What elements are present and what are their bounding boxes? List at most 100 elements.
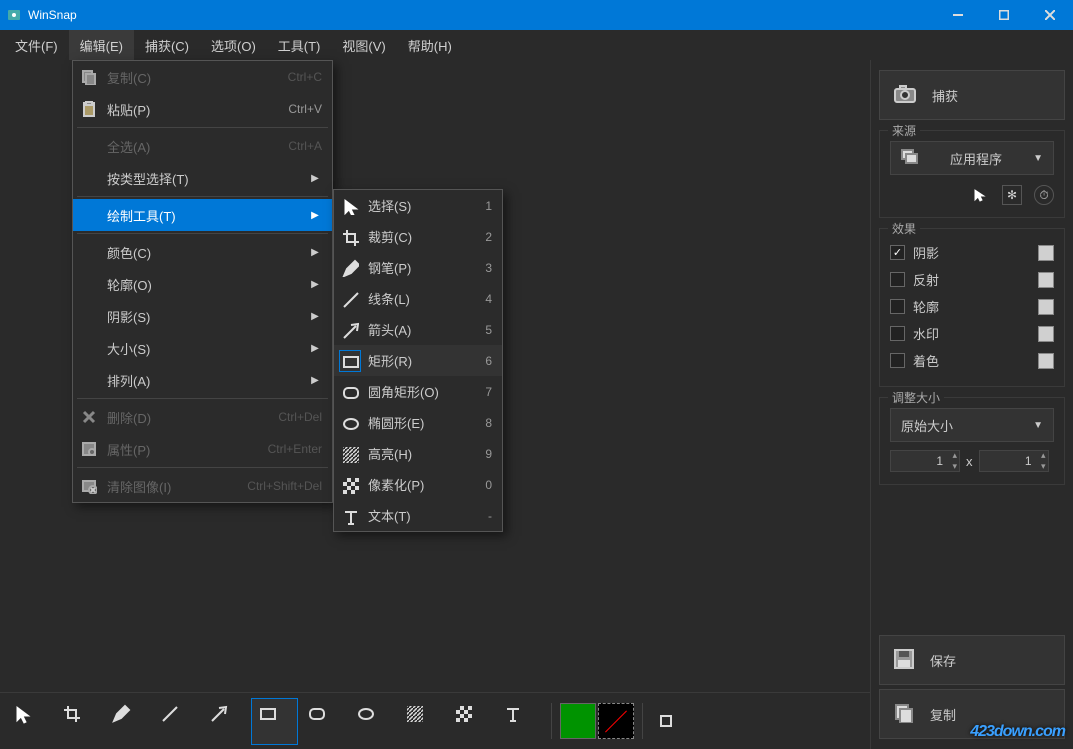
menu-item[interactable]: 大小(S) ▶	[73, 332, 332, 364]
tool-label: 圆角矩形(O)	[368, 382, 485, 401]
effect-轮廓[interactable]: 轮廓	[890, 293, 1054, 320]
blank-icon	[79, 136, 99, 156]
source-group: 来源 应用程序 ▼ ✻ ⏱	[879, 130, 1065, 218]
effect-settings-icon[interactable]	[1038, 326, 1054, 342]
tool-arrow-icon[interactable]: 箭头(A) 5	[334, 314, 502, 345]
effect-着色[interactable]: 着色	[890, 347, 1054, 374]
menu-2[interactable]: 捕获(C)	[134, 30, 200, 60]
capture-button[interactable]: 捕获	[879, 70, 1065, 120]
minimize-button[interactable]	[935, 0, 981, 30]
submenu-arrow-icon: ▶	[308, 279, 322, 290]
tool-rect-icon[interactable]: 矩形(R) 6	[334, 345, 502, 376]
toolbar-line-icon[interactable]	[153, 698, 200, 745]
toolbar-rect-icon[interactable]	[251, 698, 298, 745]
source-select[interactable]: 应用程序 ▼	[890, 141, 1054, 175]
toolbar-pen-icon[interactable]	[104, 698, 151, 745]
maximize-button[interactable]	[981, 0, 1027, 30]
effect-settings-icon[interactable]	[1038, 245, 1054, 261]
crop-icon	[340, 227, 360, 247]
tool-key: 6	[485, 354, 492, 368]
cursor-option-icon[interactable]	[970, 185, 990, 205]
blank-icon	[79, 168, 99, 188]
menu-item[interactable]: 按类型选择(T) ▶	[73, 162, 332, 194]
flash-option-icon[interactable]: ✻	[1002, 185, 1022, 205]
tool-key: 8	[485, 416, 492, 430]
fill-color-swatch[interactable]	[560, 703, 596, 739]
tool-pen-icon[interactable]: 钢笔(P) 3	[334, 252, 502, 283]
effect-settings-icon[interactable]	[1038, 299, 1054, 315]
width-spinner[interactable]: 1	[890, 450, 960, 472]
checkbox[interactable]	[890, 272, 905, 287]
menu-item-label: 清除图像(I)	[107, 477, 247, 496]
app-icon	[6, 7, 22, 23]
menu-item[interactable]: 排列(A) ▶	[73, 364, 332, 396]
menu-4[interactable]: 工具(T)	[267, 30, 332, 60]
tool-label: 选择(S)	[368, 196, 485, 215]
effect-阴影[interactable]: 阴影	[890, 239, 1054, 266]
more-options-icon[interactable]	[651, 706, 681, 736]
menu-item[interactable]: 轮廓(O) ▶	[73, 268, 332, 300]
tool-pixelate-icon[interactable]: 像素化(P) 0	[334, 469, 502, 500]
cascade-windows-icon	[901, 149, 919, 168]
submenu-arrow-icon: ▶	[308, 343, 322, 354]
dropdown-arrow-icon: ▼	[1033, 420, 1043, 431]
toolbar-roundrect-icon[interactable]	[300, 698, 347, 745]
checkbox[interactable]	[890, 353, 905, 368]
source-title: 来源	[888, 122, 920, 139]
floppy-icon	[894, 649, 914, 672]
checkbox[interactable]	[890, 299, 905, 314]
tool-roundrect-icon[interactable]: 圆角矩形(O) 7	[334, 376, 502, 407]
menu-1[interactable]: 编辑(E)	[69, 30, 134, 60]
menu-item-label: 排列(A)	[107, 371, 308, 390]
menu-0[interactable]: 文件(F)	[4, 30, 69, 60]
effect-反射[interactable]: 反射	[890, 266, 1054, 293]
stroke-style-swatch[interactable]	[598, 703, 634, 739]
properties-icon	[79, 439, 99, 459]
tool-cursor-icon[interactable]: 选择(S) 1	[334, 190, 502, 221]
tool-ellipse-icon[interactable]: 椭圆形(E) 8	[334, 407, 502, 438]
effect-label: 反射	[913, 270, 1030, 289]
toolbar-cursor-icon[interactable]	[6, 698, 53, 745]
menu-item: 复制(C) Ctrl+C	[73, 61, 332, 93]
toolbar-text-icon[interactable]	[496, 698, 543, 745]
menu-item: 属性(P) Ctrl+Enter	[73, 433, 332, 465]
menu-item[interactable]: 阴影(S) ▶	[73, 300, 332, 332]
close-button[interactable]	[1027, 0, 1073, 30]
toolbar-ellipse-icon[interactable]	[349, 698, 396, 745]
clear-image-icon	[79, 476, 99, 496]
timer-option-icon[interactable]: ⏱	[1034, 185, 1054, 205]
save-button[interactable]: 保存	[879, 635, 1065, 685]
menu-6[interactable]: 帮助(H)	[397, 30, 463, 60]
capture-label: 捕获	[932, 86, 958, 105]
menu-item[interactable]: 绘制工具(T) ▶	[73, 199, 332, 231]
delete-icon	[79, 407, 99, 427]
resize-select[interactable]: 原始大小 ▼	[890, 408, 1054, 442]
toolbar-highlight-icon[interactable]	[398, 698, 445, 745]
menu-item[interactable]: 粘贴(P) Ctrl+V	[73, 93, 332, 125]
tool-key: 9	[485, 447, 492, 461]
effect-水印[interactable]: 水印	[890, 320, 1054, 347]
menu-item[interactable]: 颜色(C) ▶	[73, 236, 332, 268]
copy-icon	[894, 703, 914, 726]
menu-3[interactable]: 选项(O)	[200, 30, 267, 60]
effect-settings-icon[interactable]	[1038, 353, 1054, 369]
roundrect-icon	[340, 382, 360, 402]
checkbox[interactable]	[890, 245, 905, 260]
tool-line-icon[interactable]: 线条(L) 4	[334, 283, 502, 314]
height-spinner[interactable]: 1	[979, 450, 1049, 472]
effect-settings-icon[interactable]	[1038, 272, 1054, 288]
tool-crop-icon[interactable]: 裁剪(C) 2	[334, 221, 502, 252]
side-panel: 捕获 来源 应用程序 ▼ ✻ ⏱ 效果 阴影 反射 轮廓 水印 着色 调整大小 …	[870, 60, 1073, 749]
tool-label: 线条(L)	[368, 289, 485, 308]
toolbar-pixelate-icon[interactable]	[447, 698, 494, 745]
tool-highlight-icon[interactable]: 高亮(H) 9	[334, 438, 502, 469]
toolbar-crop-icon[interactable]	[55, 698, 102, 745]
ellipse-icon	[340, 413, 360, 433]
checkbox[interactable]	[890, 326, 905, 341]
submenu-arrow-icon: ▶	[308, 173, 322, 184]
tool-text-icon[interactable]: 文本(T) -	[334, 500, 502, 531]
submenu-arrow-icon: ▶	[308, 375, 322, 386]
cursor-icon	[340, 196, 360, 216]
toolbar-arrow-icon[interactable]	[202, 698, 249, 745]
menu-5[interactable]: 视图(V)	[331, 30, 396, 60]
